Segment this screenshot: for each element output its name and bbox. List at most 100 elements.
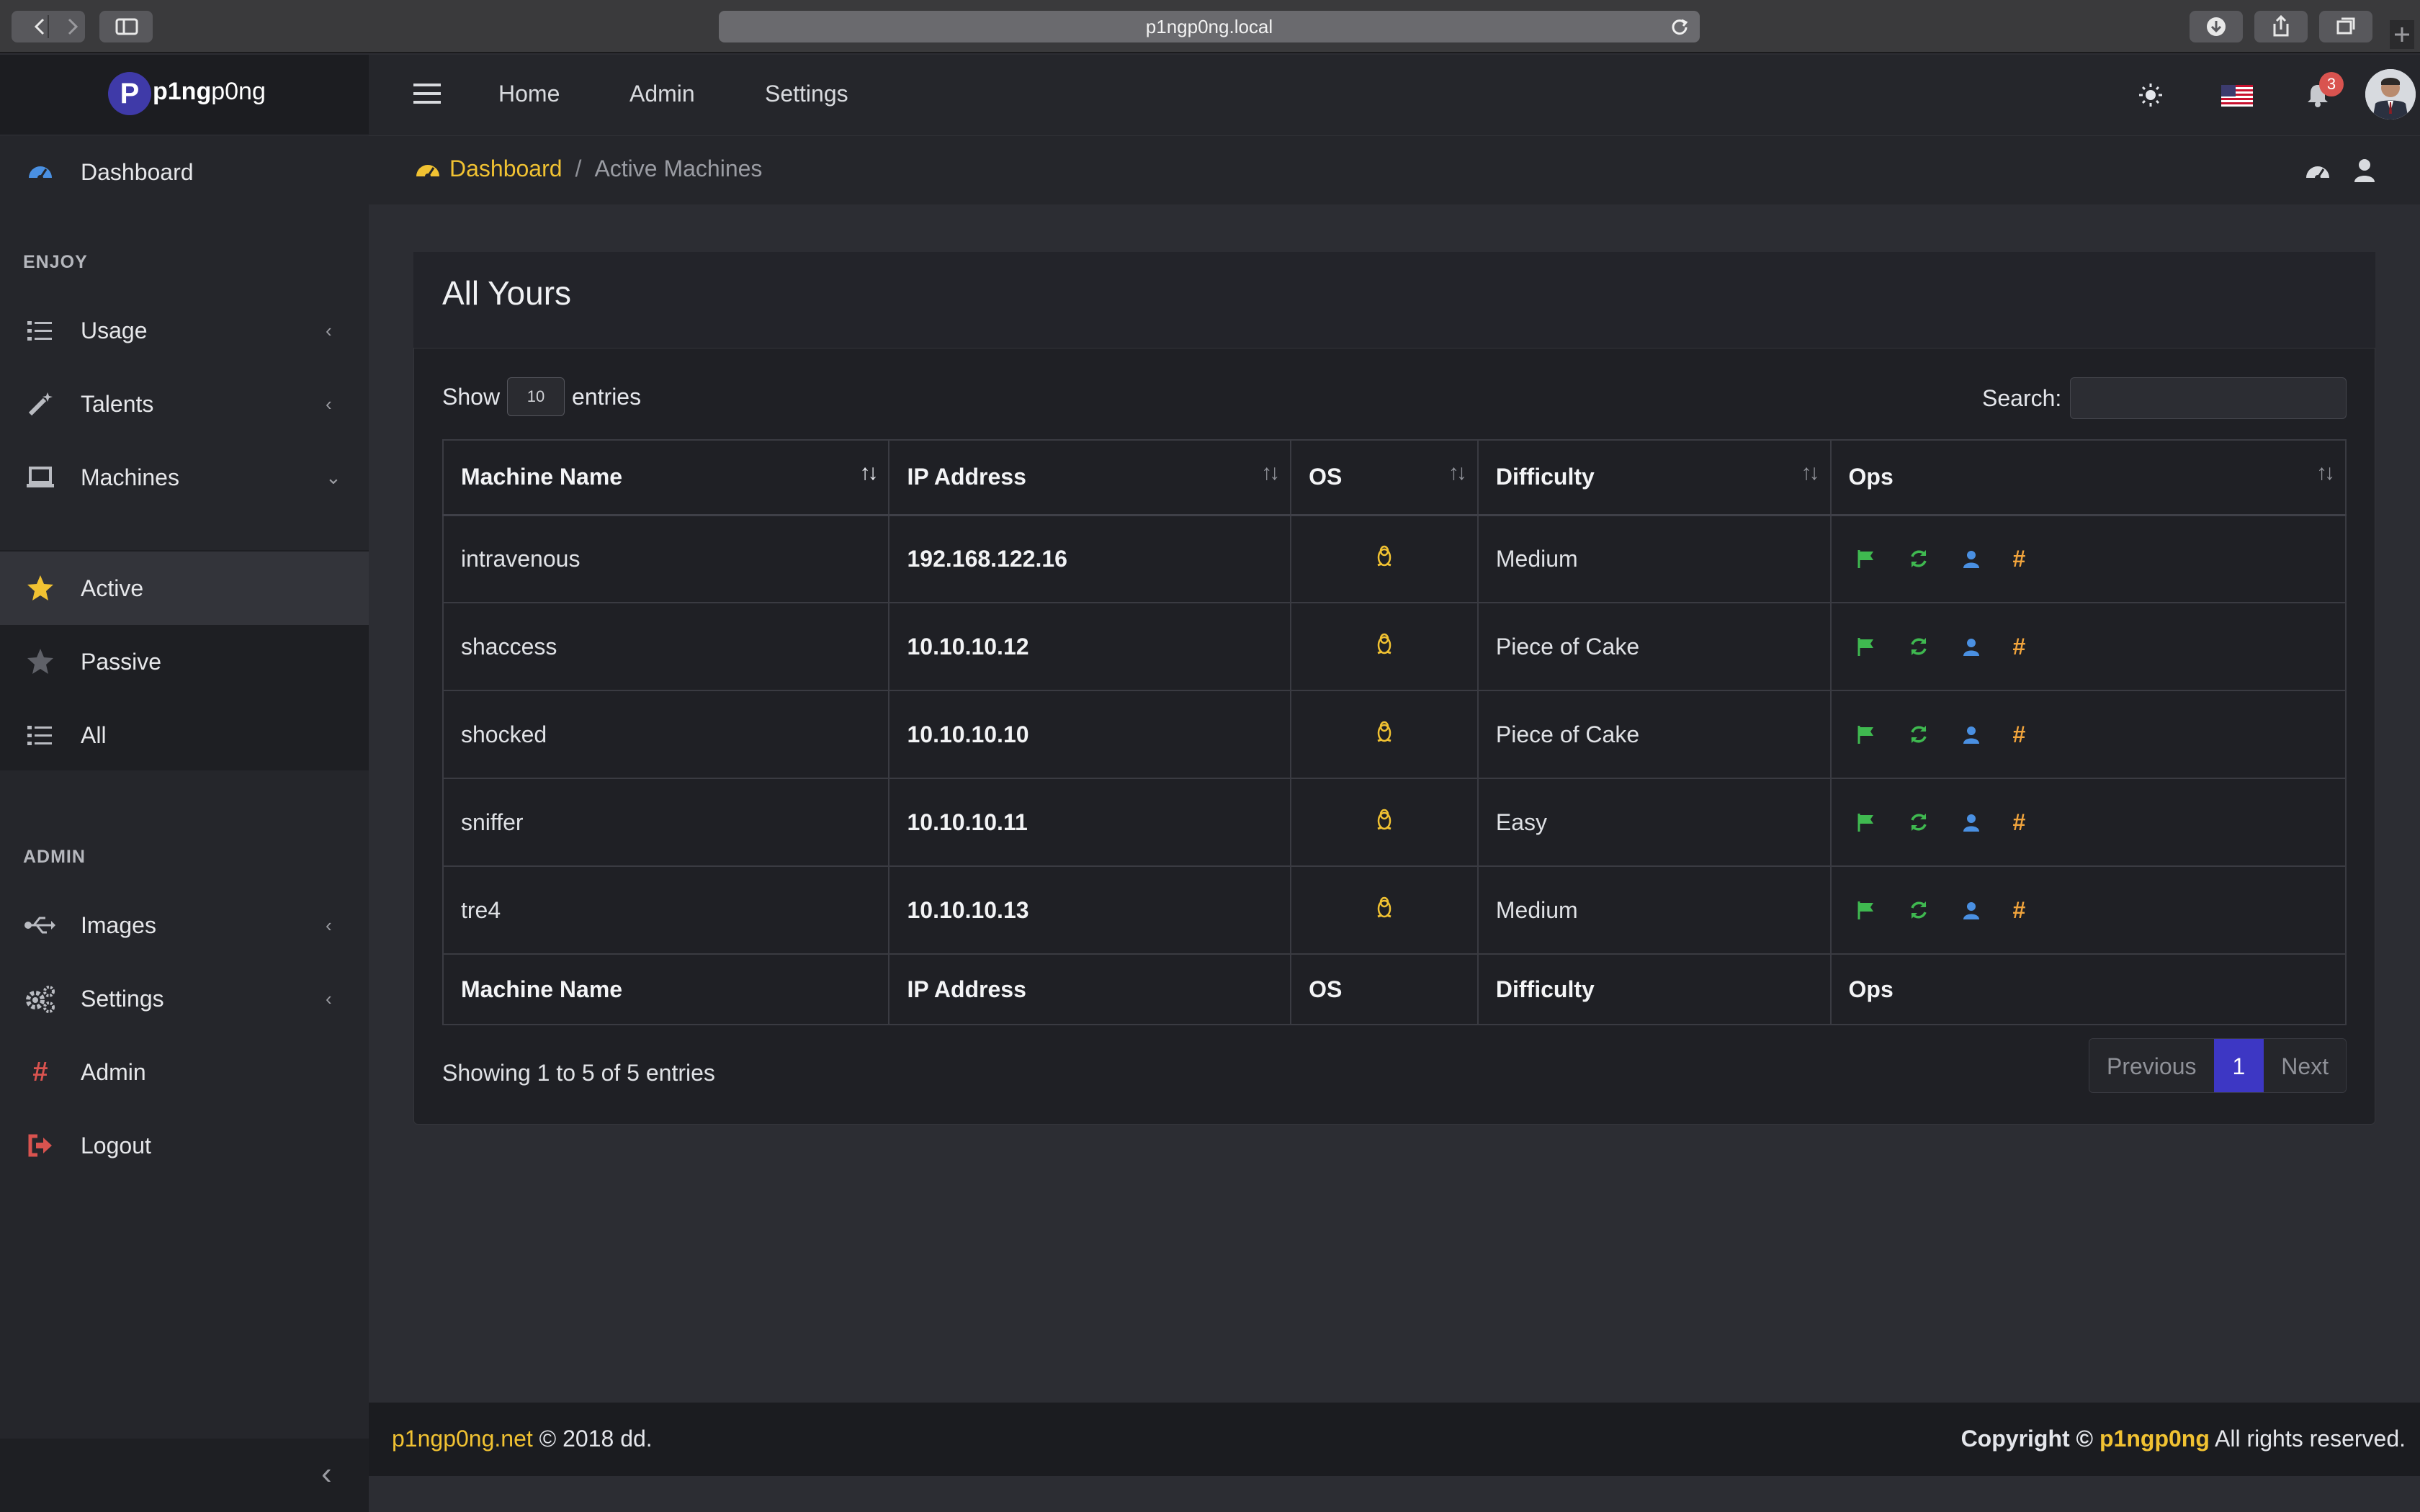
footer-copyright-prefix: Copyright © [1960, 1426, 2094, 1452]
refresh-icon[interactable] [1908, 899, 1930, 921]
footer-brand-link[interactable]: p1ngp0ng [2099, 1426, 2210, 1452]
sidebar-item-settings[interactable]: Settings ‹ [0, 962, 369, 1035]
pagination: Previous 1 Next [2089, 1038, 2347, 1093]
refresh-icon[interactable] [1908, 548, 1930, 570]
flag-icon[interactable] [1856, 812, 1876, 832]
machine-name-cell: shocked [442, 690, 890, 779]
sidebar-item-passive[interactable]: Passive [0, 625, 369, 698]
hashtag-icon[interactable]: # [2013, 635, 2026, 658]
sidebar-item-talents[interactable]: Talents ‹ [0, 367, 369, 441]
page-1-button[interactable]: 1 [2213, 1039, 2264, 1092]
sort-icon: ↑↓ [1801, 461, 1820, 485]
footer-left: p1ngp0ng.net © 2018 dd. [392, 1426, 653, 1452]
footer-site-link[interactable]: p1ngp0ng.net [392, 1426, 533, 1452]
hashtag-icon[interactable]: # [2013, 723, 2026, 746]
hashtag-icon[interactable]: # [2013, 899, 2026, 922]
sort-icon: ↑↓ [2316, 461, 2335, 485]
flag-icon[interactable] [1856, 549, 1876, 569]
user-icon[interactable] [1961, 636, 1981, 657]
sidebar-label: Images [81, 912, 156, 938]
back-forward-buttons[interactable] [12, 11, 85, 42]
column-header-ip-address[interactable]: IP Address ↑↓ [888, 439, 1292, 516]
flag-icon[interactable] [1856, 724, 1876, 744]
sidebar-item-dashboard[interactable]: Dashboard [0, 135, 369, 209]
column-header-ops[interactable]: Ops ↑↓ [1829, 439, 2347, 516]
downloads-icon[interactable] [2190, 11, 2243, 42]
nav-settings-link[interactable]: Settings [765, 81, 848, 107]
user-icon[interactable] [2352, 156, 2377, 185]
table-footer-row: Machine Name IP Address OS Difficulty Op… [442, 953, 2347, 1025]
os-cell [1290, 602, 1479, 691]
magic-wand-icon [0, 390, 81, 418]
brand[interactable]: P p1ngp0ng [0, 55, 369, 135]
refresh-icon[interactable] [1908, 811, 1930, 833]
sidebar: P p1ngp0ng Dashboard ENJOY Usage ‹ Talen… [0, 55, 369, 1512]
os-cell [1290, 514, 1479, 603]
sidebar-item-admin[interactable]: # Admin [0, 1035, 369, 1109]
refresh-icon[interactable] [1908, 724, 1930, 745]
machine-name-cell: intravenous [442, 514, 890, 603]
sidebar-toggle-icon[interactable] [99, 11, 153, 42]
dashboard-shortcut-icon[interactable] [2303, 156, 2332, 185]
theme-toggle-icon[interactable] [2136, 81, 2165, 109]
brand-name: p1ngp0ng [153, 78, 266, 105]
sidebar-item-machines[interactable]: Machines ⌄ [0, 441, 369, 514]
us-flag-icon[interactable] [2221, 85, 2253, 107]
user-icon[interactable] [1961, 812, 1981, 832]
sidebar-item-usage[interactable]: Usage ‹ [0, 294, 369, 367]
search-input[interactable] [2070, 377, 2347, 419]
card-title: All Yours [442, 274, 572, 312]
breadcrumb-current: Active Machines [594, 156, 763, 181]
chevron-left-icon: ‹ [326, 319, 332, 341]
user-avatar[interactable] [2365, 69, 2416, 120]
table-header-row: Machine Name ↑↓ IP Address ↑↓ OS ↑↓ Difficu… [442, 439, 2347, 516]
flag-icon[interactable] [1856, 900, 1876, 920]
next-button[interactable]: Next [2264, 1039, 2347, 1092]
share-icon[interactable] [2254, 11, 2308, 42]
column-footer-machine-name: Machine Name [442, 953, 890, 1025]
chevron-left-icon: ‹ [326, 914, 332, 936]
breadcrumb-link-dashboard[interactable]: Dashboard [449, 156, 563, 182]
hashtag-icon: # [32, 1056, 48, 1087]
sidebar-label: Machines [81, 464, 179, 490]
user-icon[interactable] [1961, 549, 1981, 569]
column-header-os[interactable]: OS ↑↓ [1290, 439, 1479, 516]
sort-icon: ↑↓ [1261, 461, 1280, 485]
sidebar-item-images[interactable]: Images ‹ [0, 888, 369, 962]
refresh-icon[interactable] [1908, 636, 1930, 657]
page-size-select[interactable]: 10 [507, 377, 565, 416]
hashtag-icon[interactable]: # [2013, 547, 2026, 570]
previous-button[interactable]: Previous [2089, 1039, 2214, 1092]
difficulty-cell: Piece of Cake [1476, 602, 1832, 691]
nav-admin-link[interactable]: Admin [629, 81, 695, 107]
new-tab-icon[interactable] [2390, 20, 2414, 49]
search-label: Search: [1982, 384, 2062, 411]
cogs-icon [0, 984, 81, 1013]
table-row: shocked 10.10.10.10 Piece of Cake # [442, 690, 2347, 779]
collapse-sidebar-icon[interactable]: ‹ [321, 1456, 332, 1492]
nav-home-link[interactable]: Home [498, 81, 560, 107]
sidebar-label: Admin [81, 1058, 146, 1085]
column-footer-ip-address: IP Address [888, 953, 1292, 1025]
os-cell [1290, 690, 1479, 779]
sidebar-item-active[interactable]: Active [0, 552, 369, 625]
user-icon[interactable] [1961, 724, 1981, 744]
hamburger-icon[interactable] [413, 82, 441, 105]
sidebar-item-logout[interactable]: Logout [0, 1109, 369, 1182]
flag-icon[interactable] [1856, 636, 1876, 657]
column-footer-os: OS [1290, 953, 1479, 1025]
laptop-icon [0, 465, 81, 490]
reload-icon[interactable] [1670, 17, 1690, 37]
column-header-difficulty[interactable]: Difficulty ↑↓ [1476, 439, 1832, 516]
sidebar-label: Dashboard [81, 158, 194, 185]
hashtag-icon[interactable]: # [2013, 811, 2026, 834]
address-bar[interactable]: p1ngp0ng.local [719, 11, 1700, 42]
tabs-overview-icon[interactable] [2319, 11, 2372, 42]
linux-icon [1375, 544, 1394, 567]
os-cell [1290, 865, 1479, 955]
sidebar-label: Settings [81, 985, 164, 1012]
sidebar-item-all[interactable]: All [0, 698, 369, 772]
column-header-machine-name[interactable]: Machine Name ↑↓ [442, 439, 890, 516]
user-icon[interactable] [1961, 900, 1981, 920]
linux-icon [1375, 720, 1394, 743]
